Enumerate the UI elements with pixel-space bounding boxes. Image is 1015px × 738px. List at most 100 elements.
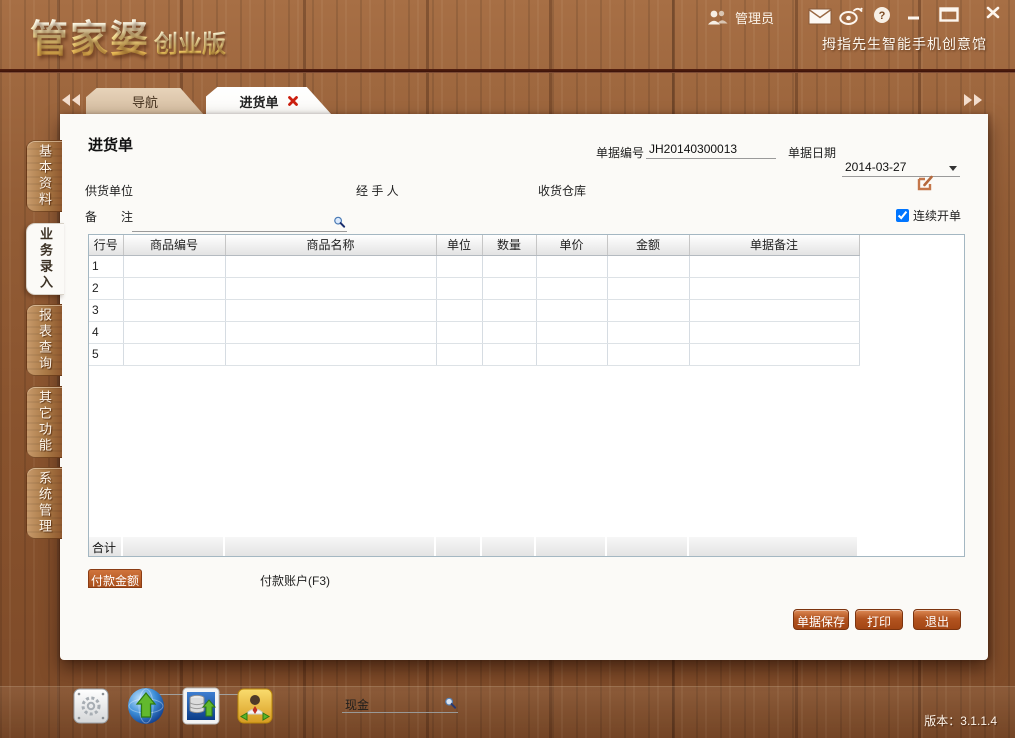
grid-cell[interactable] xyxy=(482,321,536,343)
grid-cell[interactable] xyxy=(123,343,225,365)
help-icon[interactable]: ? xyxy=(873,6,891,24)
mail-icon[interactable] xyxy=(808,8,832,25)
continuous-checkbox[interactable] xyxy=(896,209,909,222)
tab-purchase-order[interactable]: 进货单 xyxy=(206,87,332,115)
total-cell xyxy=(536,537,607,556)
doc-no-value: JH20140300013 xyxy=(649,142,737,156)
sidebar-item-other-functions[interactable]: 其它功能 xyxy=(26,386,62,458)
tab-navigation-label: 导航 xyxy=(132,92,158,111)
grid-cell-selected[interactable] xyxy=(123,255,225,277)
grid-cell[interactable] xyxy=(123,299,225,321)
grid-cell[interactable] xyxy=(536,277,607,299)
col-header-amount: 金额 xyxy=(607,235,689,255)
memo-label: 备 注 xyxy=(85,208,133,225)
row-number-cell[interactable]: 4 xyxy=(89,321,123,343)
grid-cell[interactable] xyxy=(123,321,225,343)
col-header-product-code: 商品编号 xyxy=(123,235,225,255)
weibo-icon[interactable] xyxy=(838,6,864,25)
grid-cell[interactable] xyxy=(123,277,225,299)
col-header-quantity: 数量 xyxy=(482,235,536,255)
grid-cell[interactable] xyxy=(607,343,689,365)
logo-main-text: 管家婆 xyxy=(30,19,150,61)
total-cell xyxy=(225,537,436,556)
grid-cell[interactable] xyxy=(689,321,859,343)
row-number-cell[interactable]: 2 xyxy=(89,277,123,299)
grid-cell[interactable] xyxy=(607,321,689,343)
sidebar-item-report-query[interactable]: 报表查询 xyxy=(26,304,62,376)
grid-cell[interactable] xyxy=(436,255,482,277)
col-header-line-no: 行号 xyxy=(89,235,123,255)
tab-navigation[interactable]: 导航 xyxy=(86,88,204,115)
store-name: 拇指先生智能手机创意馆 xyxy=(822,34,987,54)
total-cell xyxy=(689,537,859,556)
grid-cell[interactable] xyxy=(607,299,689,321)
settings-icon[interactable] xyxy=(72,687,110,730)
grid-header-row: 行号 商品编号 商品名称 单位 数量 单价 金额 单据备注 xyxy=(89,235,859,255)
save-button[interactable]: 单据保存 xyxy=(793,609,849,630)
grid-cell[interactable] xyxy=(482,277,536,299)
col-header-product-name: 商品名称 xyxy=(225,235,436,255)
grid-cell[interactable] xyxy=(689,277,859,299)
page-title: 进货单 xyxy=(88,134,133,155)
items-grid: 行号 商品编号 商品名称 单位 数量 单价 金额 单据备注 1 xyxy=(88,234,965,557)
database-backup-icon[interactable] xyxy=(182,687,220,730)
exit-button[interactable]: 退出 xyxy=(913,609,961,630)
grid-cell[interactable] xyxy=(607,277,689,299)
user-name: 管理员 xyxy=(735,8,774,27)
row-number-cell[interactable]: 5 xyxy=(89,343,123,365)
sidebar-item-system-management[interactable]: 系统管理 xyxy=(26,467,62,539)
grid-cell[interactable] xyxy=(689,299,859,321)
sidebar-item-business-entry[interactable]: 业务录入 xyxy=(26,223,64,295)
print-button[interactable]: 打印 xyxy=(855,609,903,630)
grid-cell[interactable] xyxy=(225,343,436,365)
continuous-billing-option: 连续开单 xyxy=(896,207,961,224)
grid-cell[interactable] xyxy=(607,255,689,277)
grid-cell[interactable] xyxy=(436,321,482,343)
scroll-tabs-right-icon[interactable] xyxy=(962,93,984,107)
grid-cell[interactable] xyxy=(225,321,436,343)
user-switch-icon[interactable] xyxy=(236,687,274,730)
table-row: 3 xyxy=(89,299,859,321)
table-row: 1 xyxy=(89,255,859,277)
globe-upload-icon[interactable] xyxy=(126,686,166,731)
grid-cell[interactable] xyxy=(482,343,536,365)
payment-amount-button[interactable]: 付款金额 xyxy=(88,569,142,588)
total-cell xyxy=(482,537,536,556)
grid-cell[interactable] xyxy=(689,343,859,365)
supplier-field[interactable] xyxy=(132,214,347,232)
grid-cell[interactable] xyxy=(225,277,436,299)
sidebar-item-label: 系统管理 xyxy=(35,471,54,535)
grid-cell[interactable] xyxy=(482,255,536,277)
edit-note-icon[interactable] xyxy=(916,174,934,192)
grid-cell[interactable] xyxy=(225,255,436,277)
user-icon xyxy=(706,9,729,26)
scroll-tabs-left-icon[interactable] xyxy=(60,93,82,107)
minimize-icon[interactable] xyxy=(905,8,923,22)
tab-close-icon[interactable] xyxy=(287,95,299,107)
grid-cell[interactable] xyxy=(482,299,536,321)
search-icon[interactable] xyxy=(333,216,346,229)
grid-cell[interactable] xyxy=(436,277,482,299)
sidebar-item-basic-data[interactable]: 基本资料 xyxy=(26,140,62,212)
continuous-label: 连续开单 xyxy=(913,207,961,224)
maximize-icon[interactable] xyxy=(938,6,960,23)
doc-no-field[interactable]: JH20140300013 xyxy=(646,141,776,159)
doc-date-field[interactable]: 2014-03-27 xyxy=(842,159,960,177)
chevron-down-icon[interactable] xyxy=(949,166,957,171)
grid-cell[interactable] xyxy=(689,255,859,277)
doc-no-label: 单据编号 xyxy=(596,144,644,161)
grid-cell[interactable] xyxy=(225,299,436,321)
doc-date-value: 2014-03-27 xyxy=(845,160,906,174)
close-icon[interactable] xyxy=(985,4,1001,20)
grid-cell[interactable] xyxy=(536,299,607,321)
row-number-cell[interactable]: 1 xyxy=(89,255,123,277)
grid-cell[interactable] xyxy=(436,343,482,365)
row-number-cell[interactable]: 3 xyxy=(89,299,123,321)
grid-cell[interactable] xyxy=(536,321,607,343)
grid-cell[interactable] xyxy=(536,343,607,365)
total-cell xyxy=(607,537,689,556)
total-cell xyxy=(436,537,482,556)
supplier-label: 供货单位 xyxy=(85,182,133,199)
grid-cell[interactable] xyxy=(436,299,482,321)
grid-cell[interactable] xyxy=(536,255,607,277)
